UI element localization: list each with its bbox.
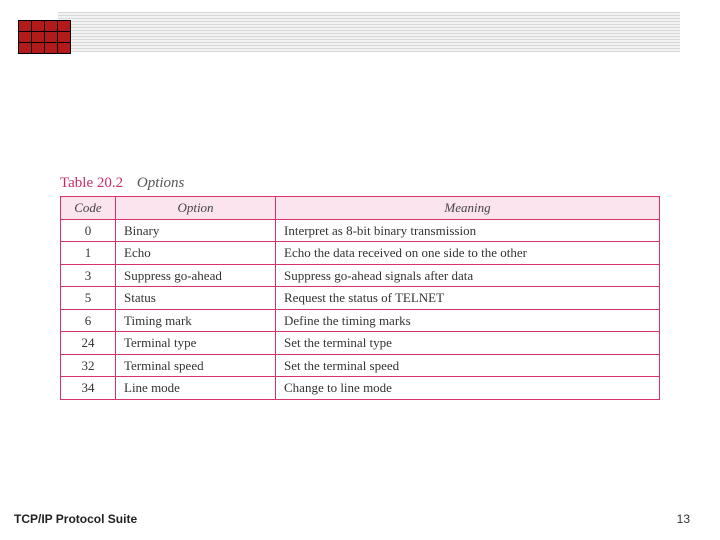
table-number: Table 20.2 xyxy=(60,175,123,191)
cell-code: 0 xyxy=(61,219,116,242)
table-row: 6Timing markDefine the timing marks xyxy=(61,309,660,332)
cell-code: 3 xyxy=(61,264,116,287)
footer-label: TCP/IP Protocol Suite xyxy=(14,512,137,526)
table-row: 0BinaryInterpret as 8-bit binary transmi… xyxy=(61,219,660,242)
table-row: 24Terminal typeSet the terminal type xyxy=(61,332,660,355)
col-code: Code xyxy=(61,197,116,220)
table-caption: Table 20.2 Options xyxy=(60,175,660,192)
cell-meaning: Echo the data received on one side to th… xyxy=(276,242,660,265)
cell-option: Echo xyxy=(116,242,276,265)
cell-meaning: Suppress go-ahead signals after data xyxy=(276,264,660,287)
cell-code: 32 xyxy=(61,354,116,377)
cell-option: Line mode xyxy=(116,377,276,400)
page-number: 13 xyxy=(677,512,690,526)
cell-option: Suppress go-ahead xyxy=(116,264,276,287)
col-meaning: Meaning xyxy=(276,197,660,220)
cell-option: Status xyxy=(116,287,276,310)
cell-meaning: Interpret as 8-bit binary transmission xyxy=(276,219,660,242)
cell-code: 6 xyxy=(61,309,116,332)
table-title: Options xyxy=(137,175,185,191)
table-row: 5StatusRequest the status of TELNET xyxy=(61,287,660,310)
table-row: 34Line modeChange to line mode xyxy=(61,377,660,400)
cell-code: 5 xyxy=(61,287,116,310)
col-option: Option xyxy=(116,197,276,220)
cell-code: 34 xyxy=(61,377,116,400)
header-texture xyxy=(58,12,680,52)
cell-meaning: Request the status of TELNET xyxy=(276,287,660,310)
table-header-row: Code Option Meaning xyxy=(61,197,660,220)
table-row: 3Suppress go-aheadSuppress go-ahead sign… xyxy=(61,264,660,287)
cell-code: 1 xyxy=(61,242,116,265)
cell-option: Terminal type xyxy=(116,332,276,355)
options-table: Code Option Meaning 0BinaryInterpret as … xyxy=(60,196,660,400)
cell-meaning: Set the terminal speed xyxy=(276,354,660,377)
cell-option: Terminal speed xyxy=(116,354,276,377)
cell-option: Timing mark xyxy=(116,309,276,332)
table-row: 32Terminal speedSet the terminal speed xyxy=(61,354,660,377)
logo-icon xyxy=(18,20,71,54)
cell-code: 24 xyxy=(61,332,116,355)
table-row: 1EchoEcho the data received on one side … xyxy=(61,242,660,265)
cell-meaning: Set the terminal type xyxy=(276,332,660,355)
cell-meaning: Change to line mode xyxy=(276,377,660,400)
cell-option: Binary xyxy=(116,219,276,242)
options-table-section: Table 20.2 Options Code Option Meaning 0… xyxy=(60,175,660,400)
cell-meaning: Define the timing marks xyxy=(276,309,660,332)
